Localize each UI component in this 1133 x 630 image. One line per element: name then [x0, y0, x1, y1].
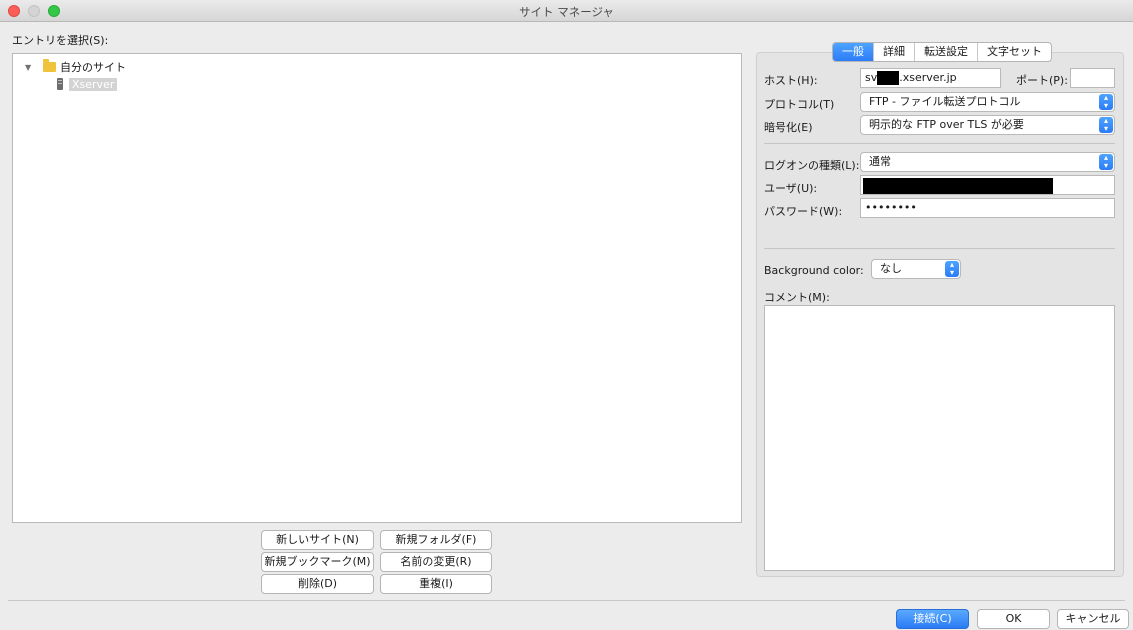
logon-type-select[interactable]: 通常 ▴ ▾: [860, 152, 1115, 172]
title-bar: サイト マネージャ: [0, 0, 1133, 22]
site-tree[interactable]: ▼ 自分のサイト Xserver: [12, 53, 742, 523]
cancel-button[interactable]: キャンセル: [1057, 609, 1129, 629]
tab-advanced[interactable]: 詳細: [873, 43, 914, 61]
tab-general[interactable]: 一般: [833, 43, 873, 61]
user-field[interactable]: [860, 175, 1115, 195]
encryption-select[interactable]: 明示的な FTP over TLS が必要 ▴ ▾: [860, 115, 1115, 135]
chevron-updown-icon: ▴ ▾: [1099, 154, 1113, 170]
password-field[interactable]: ••••••••: [860, 198, 1115, 218]
password-label: パスワード(W):: [764, 205, 843, 218]
connect-button[interactable]: 接続(C): [896, 609, 969, 629]
encryption-label: 暗号化(E): [764, 121, 813, 134]
port-label: ポート(P):: [1016, 74, 1068, 87]
user-label: ユーザ(U):: [764, 182, 818, 195]
tab-charset[interactable]: 文字セット: [977, 43, 1051, 61]
divider: [764, 248, 1115, 249]
settings-tabs: 一般 詳細 転送設定 文字セット: [832, 42, 1052, 62]
tab-transfer-settings[interactable]: 転送設定: [914, 43, 977, 61]
logon-type-value: 通常: [869, 155, 891, 168]
new-site-button[interactable]: 新しいサイト(N): [261, 530, 374, 550]
background-color-label: Background color:: [764, 264, 864, 277]
tree-item-my-sites[interactable]: ▼ 自分のサイト: [25, 59, 126, 75]
entry-select-label: エントリを選択(S):: [12, 34, 109, 47]
footer-divider: [8, 600, 1125, 601]
encryption-value: 明示的な FTP over TLS が必要: [869, 118, 1024, 131]
chevron-updown-icon: ▴ ▾: [945, 261, 959, 277]
host-label: ホスト(H):: [764, 74, 818, 87]
expand-triangle-icon[interactable]: ▼: [25, 63, 43, 72]
port-field[interactable]: [1070, 68, 1115, 88]
new-bookmark-button[interactable]: 新規ブックマーク(M): [261, 552, 374, 572]
host-suffix-text: .xserver.jp: [899, 71, 957, 84]
redacted-block: [863, 177, 1053, 194]
server-icon: [57, 78, 63, 90]
protocol-value: FTP - ファイル転送プロトコル: [869, 95, 1021, 108]
chevron-updown-icon: ▴ ▾: [1099, 117, 1113, 133]
host-field[interactable]: sv .xserver.jp: [860, 68, 1001, 88]
protocol-select[interactable]: FTP - ファイル転送プロトコル ▴ ▾: [860, 92, 1115, 112]
divider: [764, 143, 1115, 144]
tree-item-label: Xserver: [69, 77, 118, 91]
tree-item-label: 自分のサイト: [60, 61, 126, 74]
window-title: サイト マネージャ: [519, 5, 614, 19]
host-prefix-text: sv: [865, 71, 878, 84]
tree-item-xserver[interactable]: Xserver: [57, 76, 118, 92]
redacted-block: [877, 71, 900, 85]
background-color-value: なし: [880, 262, 902, 275]
logon-type-label: ログオンの種類(L):: [764, 159, 860, 172]
background-color-select[interactable]: なし ▴ ▾: [871, 259, 961, 279]
delete-button[interactable]: 削除(D): [261, 574, 374, 594]
duplicate-button[interactable]: 重複(I): [380, 574, 492, 594]
comment-textarea[interactable]: [764, 305, 1115, 571]
rename-button[interactable]: 名前の変更(R): [380, 552, 492, 572]
chevron-updown-icon: ▴ ▾: [1099, 94, 1113, 110]
comment-label: コメント(M):: [764, 291, 830, 304]
ok-button[interactable]: OK: [977, 609, 1050, 629]
protocol-label: プロトコル(T): [764, 98, 835, 111]
folder-icon: [43, 59, 56, 72]
new-folder-button[interactable]: 新規フォルダ(F): [380, 530, 492, 550]
